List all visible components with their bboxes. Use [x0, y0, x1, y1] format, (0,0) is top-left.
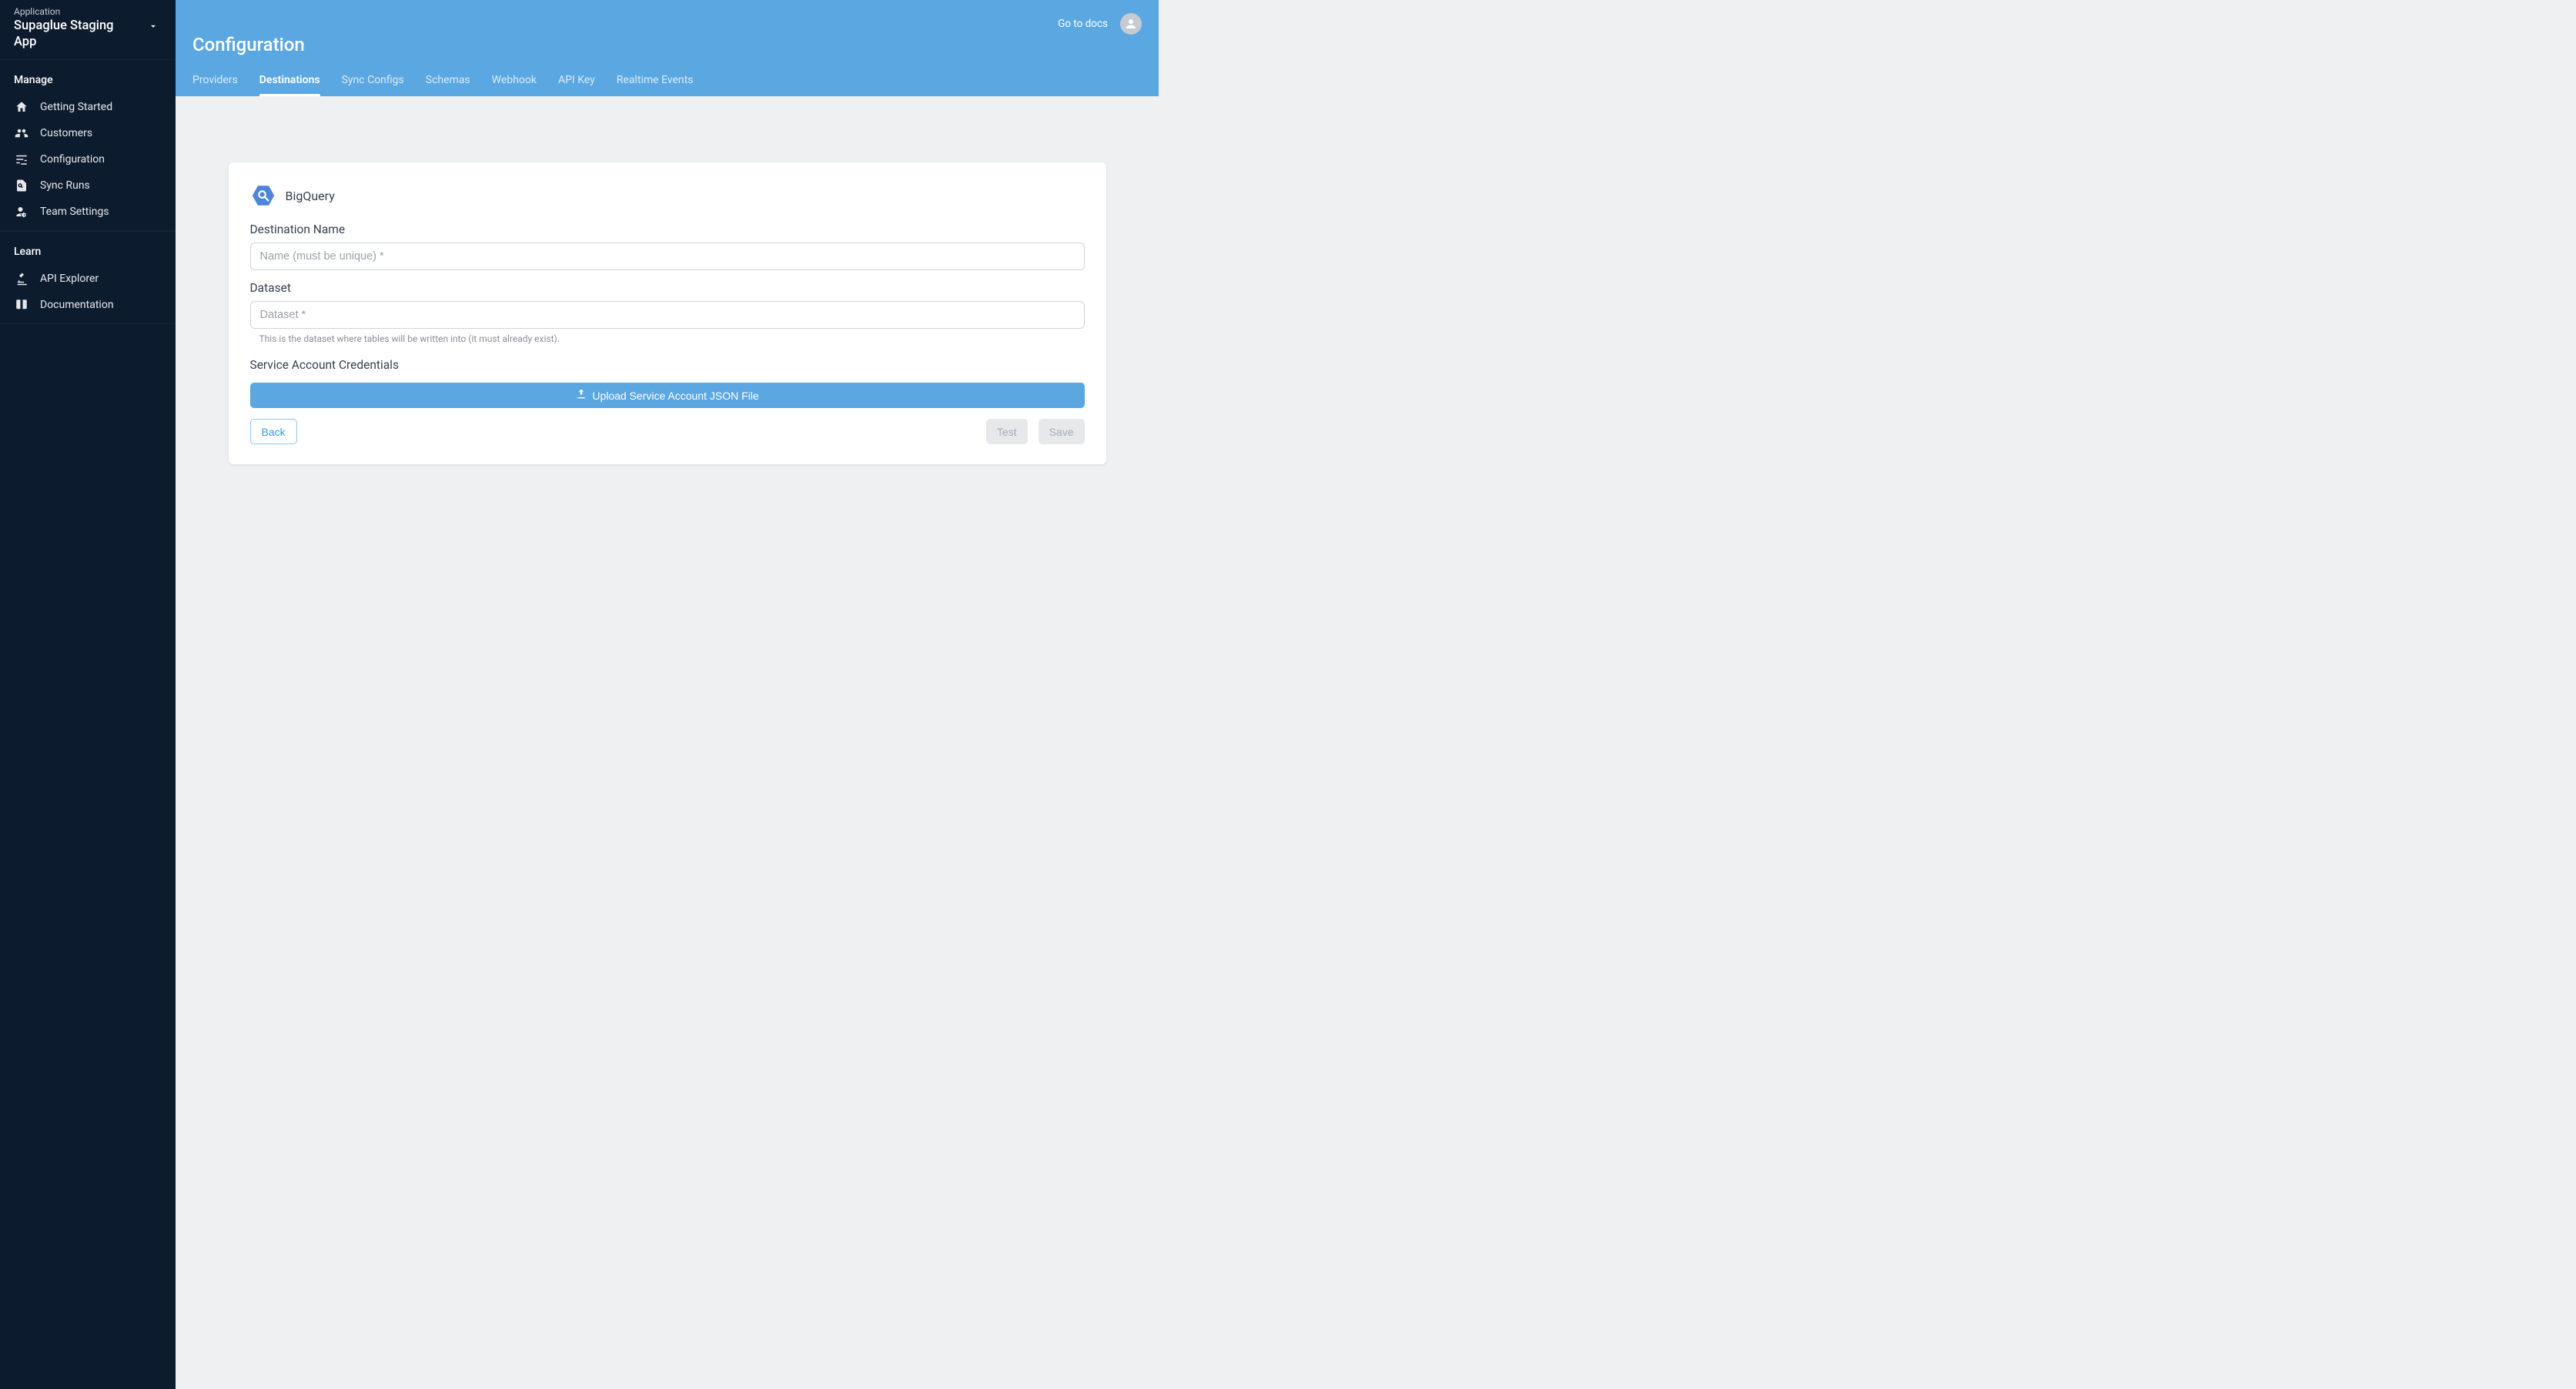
- book-icon: [14, 297, 29, 313]
- sidebar-item-getting-started[interactable]: Getting Started: [0, 94, 176, 120]
- sidebar-item-label: Customers: [40, 127, 92, 139]
- tab-api-key[interactable]: API Key: [558, 74, 595, 96]
- sidebar-item-api-explorer[interactable]: API Explorer: [0, 266, 176, 292]
- chevron-down-icon: [148, 20, 162, 35]
- save-button[interactable]: Save: [1039, 419, 1085, 444]
- destination-name-input[interactable]: [250, 243, 1085, 270]
- main-content: Go to docs Configuration Providers Destin…: [176, 0, 1159, 1389]
- sidebar-item-label: Getting Started: [40, 101, 112, 113]
- sidebar-item-customers[interactable]: Customers: [0, 120, 176, 146]
- sidebar-item-sync-runs[interactable]: Sync Runs: [0, 172, 176, 199]
- dataset-label: Dataset: [250, 281, 1085, 295]
- dataset-helper-text: This is the dataset where tables will be…: [259, 333, 1085, 344]
- search-file-icon: [14, 178, 29, 193]
- sidebar-item-label: API Explorer: [40, 273, 99, 285]
- tab-webhook[interactable]: Webhook: [492, 74, 537, 96]
- bigquery-icon: [250, 182, 276, 209]
- sidebar-item-label: Documentation: [40, 299, 114, 311]
- tab-destinations[interactable]: Destinations: [259, 74, 320, 96]
- go-to-docs-link[interactable]: Go to docs: [1058, 18, 1108, 30]
- sidebar-item-documentation[interactable]: Documentation: [0, 292, 176, 323]
- sidebar: Application Supaglue Staging App Manage …: [0, 0, 176, 1389]
- upload-service-account-button[interactable]: Upload Service Account JSON File: [250, 383, 1085, 408]
- sidebar-item-label: Configuration: [40, 153, 105, 166]
- user-gear-icon: [14, 204, 29, 219]
- tune-icon: [14, 152, 29, 167]
- back-button[interactable]: Back: [250, 419, 297, 444]
- application-label: Application: [14, 6, 137, 17]
- application-selector[interactable]: Application Supaglue Staging App: [0, 0, 176, 59]
- page-title: Configuration: [192, 34, 1142, 55]
- application-name: Supaglue Staging App: [14, 18, 137, 50]
- service-account-label: Service Account Credentials: [250, 358, 1085, 372]
- tab-schemas[interactable]: Schemas: [426, 74, 470, 96]
- tab-providers[interactable]: Providers: [192, 74, 238, 96]
- sidebar-item-team-settings[interactable]: Team Settings: [0, 199, 176, 230]
- page-header: Go to docs Configuration Providers Destin…: [176, 0, 1159, 96]
- sidebar-item-configuration[interactable]: Configuration: [0, 146, 176, 172]
- tab-sync-configs[interactable]: Sync Configs: [342, 74, 404, 96]
- sidebar-item-label: Team Settings: [40, 206, 109, 218]
- upload-button-label: Upload Service Account JSON File: [592, 390, 758, 402]
- sidebar-section-manage: Manage: [0, 60, 176, 94]
- tab-bar: Providers Destinations Sync Configs Schemas…: [192, 74, 1142, 96]
- microscope-icon: [14, 271, 29, 286]
- destination-name-label: Destination Name: [250, 223, 1085, 236]
- test-button[interactable]: Test: [986, 419, 1028, 444]
- upload-icon: [575, 388, 587, 403]
- destination-type-title: BigQuery: [286, 189, 335, 203]
- home-icon: [14, 99, 29, 115]
- people-icon: [14, 126, 29, 141]
- sidebar-section-learn: Learn: [0, 232, 176, 266]
- sidebar-item-label: Sync Runs: [40, 179, 90, 192]
- user-avatar[interactable]: [1120, 13, 1142, 35]
- tab-realtime-events[interactable]: Realtime Events: [617, 74, 694, 96]
- destination-form-card: BigQuery Destination Name Dataset This i…: [229, 162, 1106, 464]
- dataset-input[interactable]: [250, 301, 1085, 329]
